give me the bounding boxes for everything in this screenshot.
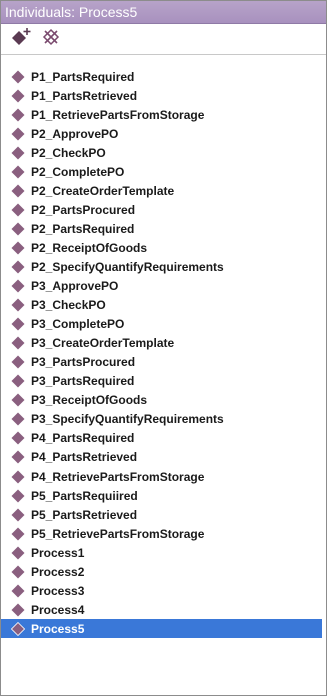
- individual-diamond-icon: [11, 374, 25, 388]
- individual-diamond-icon: [11, 546, 25, 560]
- individuals-list: P1_PartsRequired P1_PartsRetrieved P1_Retr…: [1, 67, 322, 695]
- list-item-label: P2_CompletePO: [31, 164, 125, 179]
- individual-diamond-icon: [11, 317, 25, 331]
- list-item[interactable]: P5_RetrievePartsFromStorage: [7, 524, 322, 543]
- list-item-label: P5_PartsRetrieved: [31, 507, 138, 522]
- list-item-label: Process5: [31, 621, 85, 636]
- individual-diamond-icon: [11, 70, 25, 84]
- list-item-label: Process3: [31, 583, 85, 598]
- list-item[interactable]: Process3: [7, 581, 322, 600]
- delete-individual-icon: [40, 27, 62, 52]
- list-item[interactable]: P1_PartsRequired: [7, 67, 322, 86]
- individual-diamond-icon: [11, 298, 25, 312]
- list-item[interactable]: P5_PartsRetrieved: [7, 505, 322, 524]
- individual-diamond-icon: [11, 165, 25, 179]
- list-item[interactable]: P1_RetrievePartsFromStorage: [7, 105, 322, 124]
- list-item[interactable]: P3_PartsRequired: [7, 372, 322, 391]
- individual-diamond-icon: [11, 89, 25, 103]
- individual-diamond-icon: [11, 489, 25, 503]
- list-item-label: Process2: [31, 564, 85, 579]
- delete-individual-button[interactable]: [39, 28, 63, 50]
- individual-diamond-icon: [11, 565, 25, 579]
- individual-diamond-icon: [11, 508, 25, 522]
- list-item[interactable]: P3_CompletePO: [7, 315, 322, 334]
- list-item[interactable]: P3_ReceiptOfGoods: [7, 391, 322, 410]
- list-item[interactable]: Process2: [7, 562, 322, 581]
- list-item-selected[interactable]: Process5: [1, 619, 322, 639]
- list-item-label: P4_RetrievePartsFromStorage: [31, 469, 205, 484]
- individual-diamond-icon: [11, 260, 25, 274]
- list-item-label: P3_CompletePO: [31, 317, 125, 332]
- panel-title: Individuals: Process5: [1, 1, 326, 24]
- individuals-panel: Individuals: Process5 P1_PartsRequired P1: [0, 0, 327, 696]
- list-item-label: P3_CheckPO: [31, 298, 106, 313]
- list-item[interactable]: P1_PartsRetrieved: [7, 86, 322, 105]
- list-item-label: P3_ApprovePO: [31, 279, 119, 294]
- individual-diamond-icon: [11, 621, 25, 636]
- individual-diamond-icon: [11, 584, 25, 598]
- list-item[interactable]: P2_CreateOrderTemplate: [7, 181, 322, 200]
- individual-diamond-icon: [11, 603, 25, 617]
- list-item[interactable]: P3_CreateOrderTemplate: [7, 334, 322, 353]
- individual-diamond-icon: [11, 279, 25, 293]
- list-item-label: P2_ApprovePO: [31, 126, 119, 141]
- list-item-label: P5_PartsRequiired: [31, 488, 138, 503]
- list-item-label: P5_RetrievePartsFromStorage: [31, 526, 205, 541]
- list-item[interactable]: P2_ApprovePO: [7, 124, 322, 143]
- individual-diamond-icon: [11, 450, 25, 464]
- list-item[interactable]: Process4: [7, 600, 322, 619]
- toolbar: [1, 24, 326, 55]
- list-item[interactable]: P3_SpecifyQuantifyRequirements: [7, 410, 322, 429]
- list-item[interactable]: P4_PartsRequired: [7, 429, 322, 448]
- list-item-label: P2_ReceiptOfGoods: [31, 240, 148, 255]
- list-item[interactable]: P4_RetrievePartsFromStorage: [7, 467, 322, 486]
- individual-diamond-icon: [11, 470, 25, 484]
- list-item-label: P3_CreateOrderTemplate: [31, 336, 175, 351]
- list-item[interactable]: P2_SpecifyQuantifyRequirements: [7, 257, 322, 276]
- individual-diamond-icon: [11, 146, 25, 160]
- list-item-label: P2_SpecifyQuantifyRequirements: [31, 259, 224, 274]
- list-item[interactable]: P2_CheckPO: [7, 143, 322, 162]
- list-item[interactable]: Process1: [7, 543, 322, 562]
- list-item-label: P1_PartsRequired: [31, 69, 135, 84]
- list-item[interactable]: P3_PartsProcured: [7, 353, 322, 372]
- individual-diamond-icon: [11, 127, 25, 141]
- list-item-label: P2_CreateOrderTemplate: [31, 183, 175, 198]
- list-item-label: Process4: [31, 602, 85, 617]
- list-item-label: P4_PartsRequired: [31, 431, 135, 446]
- individual-diamond-icon: [11, 241, 25, 255]
- individual-diamond-icon: [11, 393, 25, 407]
- list-item[interactable]: P4_PartsRetrieved: [7, 448, 322, 467]
- list-item-label: P1_PartsRetrieved: [31, 88, 138, 103]
- individual-diamond-icon: [11, 108, 25, 122]
- individual-diamond-icon: [11, 184, 25, 198]
- individual-diamond-icon: [11, 222, 25, 236]
- list-item-label: P3_PartsProcured: [31, 355, 136, 370]
- list-item-label: Process1: [31, 545, 85, 560]
- list-item[interactable]: P2_PartsProcured: [7, 200, 322, 219]
- individual-diamond-icon: [11, 412, 25, 426]
- add-individual-button[interactable]: [9, 27, 33, 52]
- individual-diamond-icon: [11, 431, 25, 445]
- list-item-label: P4_PartsRetrieved: [31, 450, 138, 465]
- list-item-label: P2_CheckPO: [31, 145, 106, 160]
- list-item-label: P1_RetrievePartsFromStorage: [31, 107, 205, 122]
- list-item[interactable]: P2_CompletePO: [7, 162, 322, 181]
- list-item-label: P3_PartsRequired: [31, 374, 135, 389]
- list-item-label: P2_PartsProcured: [31, 202, 136, 217]
- list-item-label: P3_SpecifyQuantifyRequirements: [31, 412, 224, 427]
- list-item[interactable]: P2_ReceiptOfGoods: [7, 238, 322, 257]
- add-individual-icon: [10, 27, 32, 52]
- list-item-label: P2_PartsRequired: [31, 221, 135, 236]
- list-item[interactable]: P5_PartsRequiired: [7, 486, 322, 505]
- list-item[interactable]: P3_ApprovePO: [7, 277, 322, 296]
- list-item[interactable]: P2_PartsRequired: [7, 219, 322, 238]
- list-item-label: P3_ReceiptOfGoods: [31, 393, 148, 408]
- individual-diamond-icon: [11, 203, 25, 217]
- individual-diamond-icon: [11, 336, 25, 350]
- list-item[interactable]: P3_CheckPO: [7, 296, 322, 315]
- individual-diamond-icon: [11, 527, 25, 541]
- individual-diamond-icon: [11, 355, 25, 369]
